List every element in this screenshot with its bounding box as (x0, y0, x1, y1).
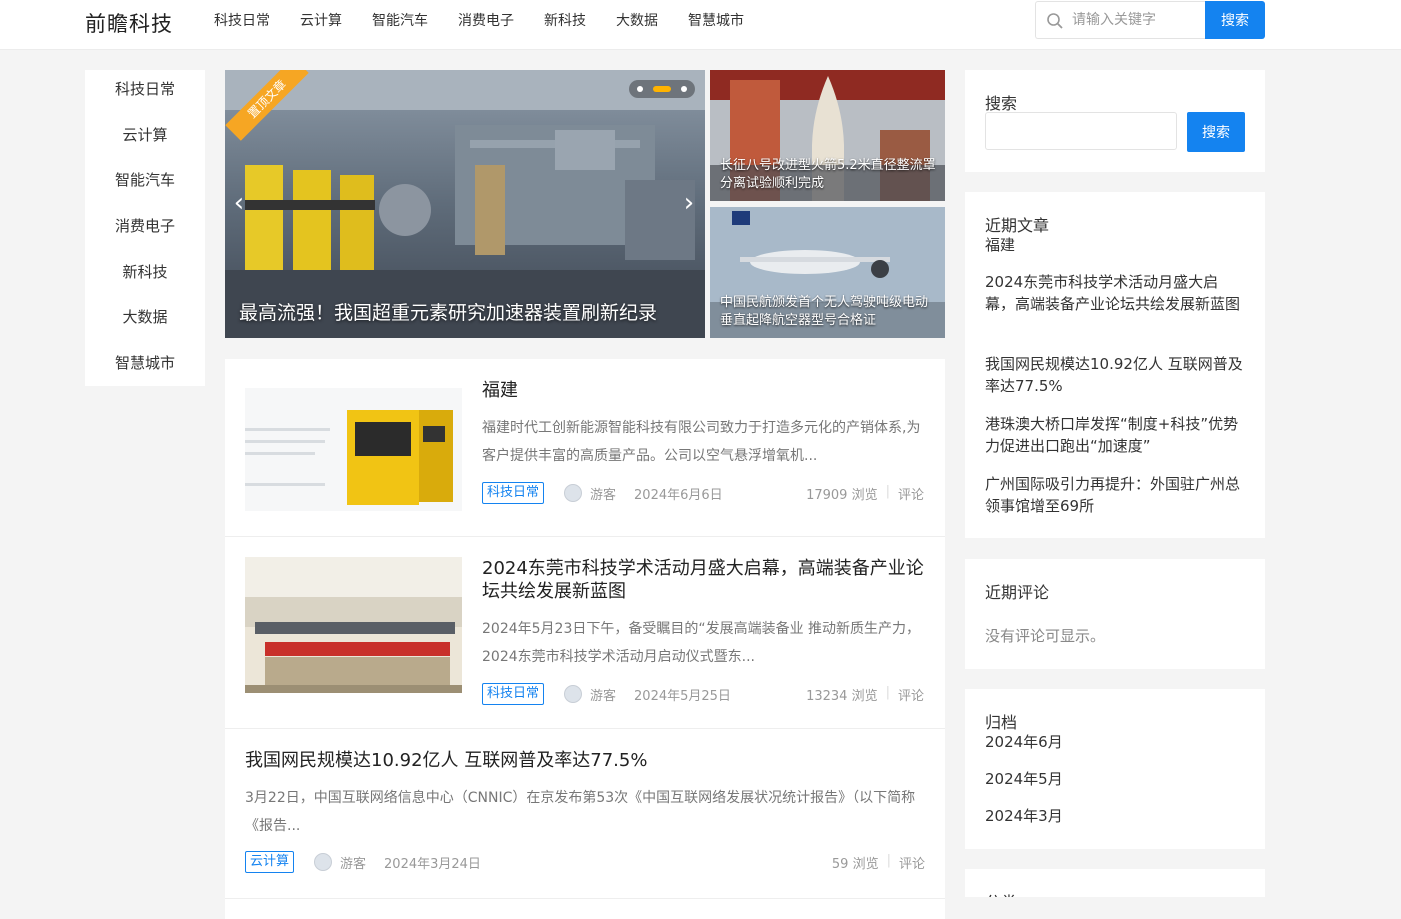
left-nav-item[interactable]: 云计算 (85, 116, 205, 162)
recent-post-link[interactable]: 福建 (985, 234, 1247, 256)
left-nav-item[interactable]: 消费电子 (85, 207, 205, 253)
archive-link[interactable]: 2024年5月 (985, 768, 1247, 790)
widget-title: 近期评论 (985, 583, 1050, 602)
no-comments-text: 没有评论可显示。 (985, 627, 1106, 645)
meta-divider: | (886, 853, 891, 868)
widget-title: 归档 (985, 713, 1018, 732)
top-nav-item[interactable]: 新科技 (544, 10, 586, 30)
site-logo[interactable]: 前瞻科技 (85, 8, 173, 38)
avatar (564, 484, 583, 502)
article-thumbnail[interactable] (245, 388, 462, 511)
article-views: 59 浏览 (831, 857, 879, 872)
widget-title: 分类 (985, 889, 1017, 897)
article-excerpt: 3月22日，中国互联网络信息中心（CNNIC）在京发布第53次《中国互联网络发展… (245, 790, 916, 834)
meta-divider: | (885, 685, 890, 700)
article-title[interactable]: 我国网民规模达10.92亿人 互联网普及率达77.5% (245, 749, 647, 772)
category-tag[interactable]: 科技日常 (482, 683, 545, 705)
slider-dot[interactable] (637, 86, 643, 92)
meta-divider: | (885, 484, 890, 499)
chevron-right-icon[interactable]: › (677, 188, 701, 218)
archive-link[interactable]: 2024年6月 (985, 731, 1247, 753)
featured-side-card[interactable]: 中国民航颁发首个无人驾驶吨级电动垂直起降航空器型号合格证 (710, 207, 945, 338)
sidebar-search-input[interactable] (985, 112, 1177, 150)
recent-comments-widget: 近期评论 没有评论可显示。 (965, 559, 1265, 669)
top-nav: 科技日常 云计算 智能汽车 消费电子 新科技 大数据 智慧城市 (214, 0, 774, 40)
featured-slider[interactable]: 置顶文章 ‹ › 最高流强！我国超重元素研究加速器装置刷新纪录 (225, 70, 705, 338)
article-comments-link[interactable]: 评论 (898, 484, 924, 503)
article-author: 游客 (590, 487, 617, 503)
category-tag[interactable]: 科技日常 (482, 482, 545, 504)
archives-widget: 归档 2024年6月 2024年5月 2024年3月 (965, 689, 1265, 849)
left-category-nav: 科技日常 云计算 智能汽车 消费电子 新科技 大数据 智慧城市 (85, 70, 205, 386)
top-nav-item[interactable]: 智慧城市 (688, 10, 744, 30)
left-nav-item[interactable]: 大数据 (85, 298, 205, 344)
featured-side-card[interactable]: 长征八号改进型火箭5.2米直径整流罩分离试验顺利完成 (710, 70, 945, 201)
chevron-left-icon[interactable]: ‹ (227, 188, 251, 218)
article-thumbnail[interactable] (245, 557, 462, 693)
slider-dots (629, 80, 695, 98)
recent-post-link[interactable]: 港珠澳大桥口岸发挥“制度+科技”优势 力促进出口跑出“加速度” (985, 413, 1247, 457)
top-nav-item[interactable]: 消费电子 (458, 10, 514, 30)
slider-dot-active[interactable] (653, 86, 671, 92)
article-comments-link[interactable]: 评论 (899, 853, 925, 872)
recent-post-link[interactable]: 2024东莞市科技学术活动月盛大启幕，高端装备产业论坛共绘发展新蓝图 (985, 271, 1247, 315)
widget-title: 近期文章 (985, 216, 1050, 235)
avatar (314, 853, 333, 871)
slider-dot[interactable] (681, 86, 687, 92)
article-meta: 云计算 游客 2024年3月24日 59 浏览 | 评论 (245, 850, 925, 874)
article-comments-link[interactable]: 评论 (898, 685, 924, 704)
left-nav-item[interactable]: 智慧城市 (85, 344, 205, 390)
article-excerpt: 福建时代工创新能源智能科技有限公司致力于打造多元化的产销体系,为客户提供丰富的高… (482, 420, 921, 464)
article-list: 福建 福建时代工创新能源智能科技有限公司致力于打造多元化的产销体系,为客户提供丰… (225, 359, 945, 919)
article-date: 2024年3月24日 (384, 856, 481, 872)
article-views: 17909 浏览 (806, 488, 878, 503)
article-excerpt: 2024年5月23日下午，备受瞩目的“发展高端装备业 推动新质生产力，2024东… (482, 621, 921, 665)
header-search-button[interactable]: 搜索 (1205, 1, 1265, 39)
header-search-input[interactable] (1072, 10, 1200, 30)
category-tag[interactable]: 云计算 (245, 851, 295, 873)
avatar (564, 685, 583, 703)
article-meta: 科技日常 游客 2024年6月6日 17909 浏览 | 评论 (482, 481, 924, 505)
slider-caption[interactable]: 最高流强！我国超重元素研究加速器装置刷新纪录 (239, 298, 657, 325)
side-card-caption: 长征八号改进型火箭5.2米直径整流罩分离试验顺利完成 (720, 158, 936, 191)
search-widget: 搜索 搜索 (965, 70, 1265, 172)
top-bar: 前瞻科技 科技日常 云计算 智能汽车 消费电子 新科技 大数据 智慧城市 搜索 (0, 0, 1401, 50)
left-nav-item[interactable]: 智能汽车 (85, 161, 205, 207)
left-nav-item[interactable]: 科技日常 (85, 70, 205, 116)
article-item: 福建 福建时代工创新能源智能科技有限公司致力于打造多元化的产销体系,为客户提供丰… (225, 359, 945, 537)
header-search (1035, 1, 1205, 39)
top-nav-item[interactable]: 智能汽车 (372, 10, 428, 30)
article-date: 2024年6月6日 (634, 487, 723, 503)
top-nav-item[interactable]: 科技日常 (214, 10, 270, 30)
article-date: 2024年5月25日 (634, 688, 731, 704)
article-author: 游客 (340, 856, 367, 872)
side-card-caption: 中国民航颁发首个无人驾驶吨级电动垂直起降航空器型号合格证 (720, 295, 929, 328)
article-author: 游客 (590, 688, 617, 704)
article-title[interactable]: 福建 (482, 379, 518, 402)
categories-widget: 分类 (965, 869, 1265, 897)
left-nav-item[interactable]: 新科技 (85, 253, 205, 299)
recent-post-link[interactable]: 广州国际吸引力再提升：外国驻广州总领事馆增至69所 (985, 473, 1247, 517)
article-item: 我国网民规模达10.92亿人 互联网普及率达77.5% 3月22日，中国互联网络… (225, 729, 945, 899)
archive-link[interactable]: 2024年3月 (985, 805, 1247, 827)
recent-posts-widget: 近期文章 福建 2024东莞市科技学术活动月盛大启幕，高端装备产业论坛共绘发展新… (965, 192, 1265, 538)
article-title[interactable]: 2024东莞市科技学术活动月盛大启幕，高端装备产业论坛共绘发展新蓝图 (482, 557, 932, 603)
widget-title: 搜索 (985, 94, 1018, 113)
sidebar-search-button[interactable]: 搜索 (1187, 112, 1245, 152)
search-icon (1047, 13, 1063, 29)
article-views: 13234 浏览 (806, 689, 878, 704)
recent-post-link[interactable]: 我国网民规模达10.92亿人 互联网普及率达77.5% (985, 353, 1247, 397)
top-nav-item[interactable]: 云计算 (300, 10, 342, 30)
article-item: 2024东莞市科技学术活动月盛大启幕，高端装备产业论坛共绘发展新蓝图 2024年… (225, 537, 945, 729)
article-meta: 科技日常 游客 2024年5月25日 13234 浏览 | 评论 (482, 682, 924, 706)
top-nav-item[interactable]: 大数据 (616, 10, 658, 30)
